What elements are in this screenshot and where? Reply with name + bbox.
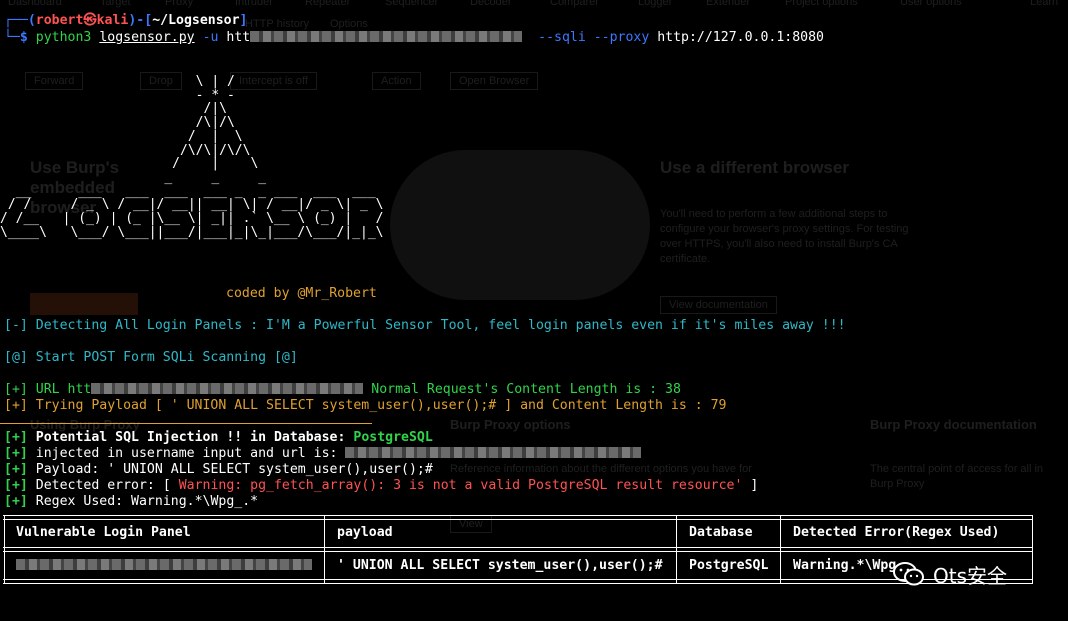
command-flag-u: -u xyxy=(202,30,219,45)
success-tag: [+] xyxy=(4,462,28,477)
banner-line: /\|/\ xyxy=(0,115,235,131)
prompt-corner: └─ xyxy=(4,30,20,45)
table-header-rule xyxy=(3,547,1033,552)
table-cell-detected-error: Warning.*\Wpg xyxy=(793,558,897,573)
detect-panels-line: [-] Detecting All Login Panels : I'M a P… xyxy=(4,318,846,333)
watermark: Ots安全 xyxy=(893,558,1007,590)
banner-line: \____\ \___/ \___||___/|___|_|\_|___/\__… xyxy=(0,224,384,240)
potential-injection-label: Potential SQL Injection !! in Database: xyxy=(35,430,346,445)
banner-line: /\/\|/\/\ xyxy=(0,142,251,158)
banner-line: / | \ xyxy=(0,156,259,172)
table-cell-login-panel xyxy=(16,558,312,574)
database-name: PostgreSQL xyxy=(353,430,433,445)
banner-line: / /__ | (_) | (_ |\__ \| _|| .` \__ \ (_… xyxy=(0,211,384,227)
url-line: [+] URL htt Normal Request's Content Len… xyxy=(4,382,681,398)
table-header-login-panel: Vulnerable Login Panel xyxy=(16,525,191,540)
redacted-url xyxy=(91,383,364,394)
detected-error-text: Warning: pg_fetch_array(): 3 is not a va… xyxy=(178,478,743,493)
banner-line: __ ___ ___ ___ ___ _ _ ___ ___ ___ xyxy=(0,183,376,199)
table-border xyxy=(1032,515,1033,583)
banner-line: \ | / xyxy=(0,74,235,89)
success-tag: [+] xyxy=(4,446,28,461)
separator-rule xyxy=(0,423,372,424)
table-cell-database: PostgreSQL xyxy=(689,558,769,573)
prompt-frame-end: ] xyxy=(239,13,248,28)
detected-suffix: ] xyxy=(750,478,759,493)
table-bottom-rule xyxy=(3,579,1033,584)
injected-text: injected in username input and url is: xyxy=(35,446,338,461)
table-header-payload: payload xyxy=(337,525,393,540)
potential-injection-line: [+] Potential SQL Injection !! in Databa… xyxy=(4,430,433,446)
banner-line: _ _ _ xyxy=(0,169,267,185)
wechat-logo-icon xyxy=(893,561,925,587)
redacted-target-url xyxy=(250,31,523,42)
banner-credit: coded by @Mr_Robert xyxy=(226,286,377,301)
success-tag: [+] xyxy=(4,494,28,509)
shell-prompt-line: ┌──(robert㉿kali)-[~/Logsensor] xyxy=(4,13,247,29)
banner-line: / | \ xyxy=(0,128,243,144)
success-tag: [+] xyxy=(4,478,28,493)
banner-line: / / / _ \ / __|/ __|| __| \| / __|/ _ \|… xyxy=(0,197,384,213)
regex-line: [+] Regex Used: Warning.*\Wpg_.* xyxy=(4,494,258,510)
regex-text: Regex Used: Warning.*\Wpg_.* xyxy=(35,494,259,509)
prompt-host: kali xyxy=(96,13,129,28)
logsensor-ascii-banner: \ | / - * - /|\ /\|/\ / | \ /\/\|/\/\ / … xyxy=(0,75,384,239)
prompt-frame: ┌──( xyxy=(4,13,36,28)
success-tag: [+] xyxy=(4,430,28,445)
watermark-text: Ots安全 xyxy=(933,563,1008,588)
command-program: python3 xyxy=(35,30,92,45)
prompt-user: robert xyxy=(35,13,84,28)
table-border xyxy=(4,515,5,583)
banner-line: - * - xyxy=(0,87,235,103)
normal-length-text: Normal Request's Content Length is : 38 xyxy=(371,382,681,397)
terminal-window[interactable]: ┌──(robert㉿kali)-[~/Logsensor] └─$ pytho… xyxy=(0,0,1068,621)
table-border xyxy=(676,515,677,583)
table-header-database: Database xyxy=(689,525,753,540)
url-line-prefix: [+] URL htt xyxy=(4,382,92,397)
payload-text: Payload: ' UNION ALL SELECT system_user(… xyxy=(35,462,433,477)
redacted-injected-url xyxy=(345,447,642,458)
command-proxy-url: http://127.0.0.1:8080 xyxy=(657,30,824,45)
redacted-login-panel xyxy=(16,559,312,570)
table-border xyxy=(780,515,781,583)
payload-line: [+] Payload: ' UNION ALL SELECT system_u… xyxy=(4,462,433,478)
prompt-at-symbol: ㉿ xyxy=(83,13,97,28)
trying-payload-line: [+] Trying Payload [ ' UNION ALL SELECT … xyxy=(4,398,727,413)
banner-line: /|\ xyxy=(0,101,227,117)
command-line[interactable]: └─$ python3 logsensor.py -u htt --sqli -… xyxy=(4,30,824,46)
start-scan-line: [@] Start POST Form SQLi Scanning [@] xyxy=(4,350,298,365)
injected-line: [+] injected in username input and url i… xyxy=(4,446,642,462)
prompt-path: ~/Logsensor xyxy=(152,13,240,28)
table-header-detected-error: Detected Error(Regex Used) xyxy=(793,525,1000,540)
detected-prefix: Detected error: [ xyxy=(35,478,171,493)
prompt-dollar: $ xyxy=(19,30,28,45)
table-cell-payload: ' UNION ALL SELECT system_user(),user();… xyxy=(337,558,663,573)
command-flags: --sqli --proxy xyxy=(538,30,650,45)
detected-error-line: [+] Detected error: [ Warning: pg_fetch_… xyxy=(4,478,758,494)
command-script: logsensor.py xyxy=(99,30,195,45)
prompt-frame-mid: )-[ xyxy=(128,13,153,28)
command-url-start: htt xyxy=(226,30,251,45)
table-top-rule xyxy=(3,515,1033,520)
table-border xyxy=(324,515,325,583)
